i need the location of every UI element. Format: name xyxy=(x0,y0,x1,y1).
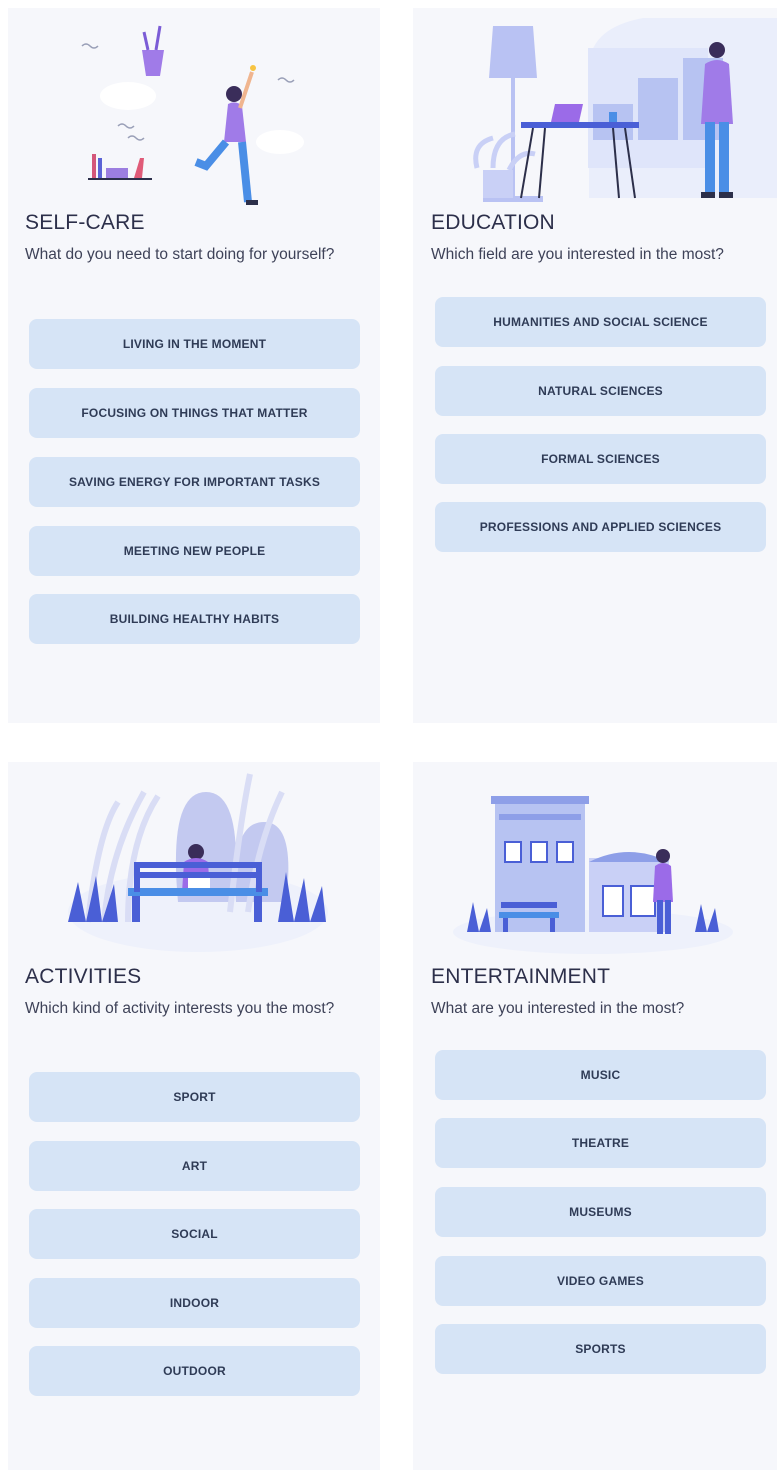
card-subtitle: Which kind of activity interests you the… xyxy=(25,1000,335,1017)
option-button[interactable]: MUSIC xyxy=(435,1050,766,1100)
card-title: ENTERTAINMENT xyxy=(431,965,611,988)
card-subtitle: Which field are you interested in the mo… xyxy=(431,246,724,263)
option-button[interactable]: SPORTS xyxy=(435,1324,766,1374)
card-activities: ACTIVITIES Which kind of activity intere… xyxy=(8,762,380,1470)
option-button[interactable]: VIDEO GAMES xyxy=(435,1256,766,1306)
option-button[interactable]: FORMAL SCIENCES xyxy=(435,434,766,484)
option-button[interactable]: SPORT xyxy=(29,1072,360,1122)
card-title: EDUCATION xyxy=(431,211,555,234)
city-street-illustration xyxy=(453,796,733,954)
option-button[interactable]: SOCIAL xyxy=(29,1209,360,1259)
card-subtitle: What are you interested in the most? xyxy=(431,1000,685,1017)
card-title: SELF-CARE xyxy=(25,211,145,234)
option-button[interactable]: HUMANITIES AND SOCIAL SCIENCE xyxy=(435,297,766,347)
option-button[interactable]: MEETING NEW PEOPLE xyxy=(29,526,360,576)
option-button[interactable]: PROFESSIONS AND APPLIED SCIENCES xyxy=(435,502,766,552)
card-title: ACTIVITIES xyxy=(25,965,142,988)
card-self-care: SELF-CARE What do you need to start doin… xyxy=(8,8,380,723)
option-button[interactable]: THEATRE xyxy=(435,1118,766,1168)
woman-jumping-illustration xyxy=(81,25,304,205)
option-button[interactable]: MUSEUMS xyxy=(435,1187,766,1237)
option-button[interactable]: NATURAL SCIENCES xyxy=(435,366,766,416)
option-button[interactable]: FOCUSING ON THINGS THAT MATTER xyxy=(29,388,360,438)
option-button[interactable]: BUILDING HEALTHY HABITS xyxy=(29,594,360,644)
option-button[interactable]: OUTDOOR xyxy=(29,1346,360,1396)
card-subtitle: What do you need to start doing for your… xyxy=(25,246,335,263)
person-on-bench-illustration xyxy=(68,773,328,952)
option-button[interactable]: LIVING IN THE MOMENT xyxy=(29,319,360,369)
card-education: EDUCATION Which field are you interested… xyxy=(413,8,777,723)
option-button[interactable]: ART xyxy=(29,1141,360,1191)
man-at-desk-illustration xyxy=(473,18,777,202)
option-button[interactable]: INDOOR xyxy=(29,1278,360,1328)
card-entertainment: ENTERTAINMENT What are you interested in… xyxy=(413,762,777,1470)
option-button[interactable]: SAVING ENERGY FOR IMPORTANT TASKS xyxy=(29,457,360,507)
